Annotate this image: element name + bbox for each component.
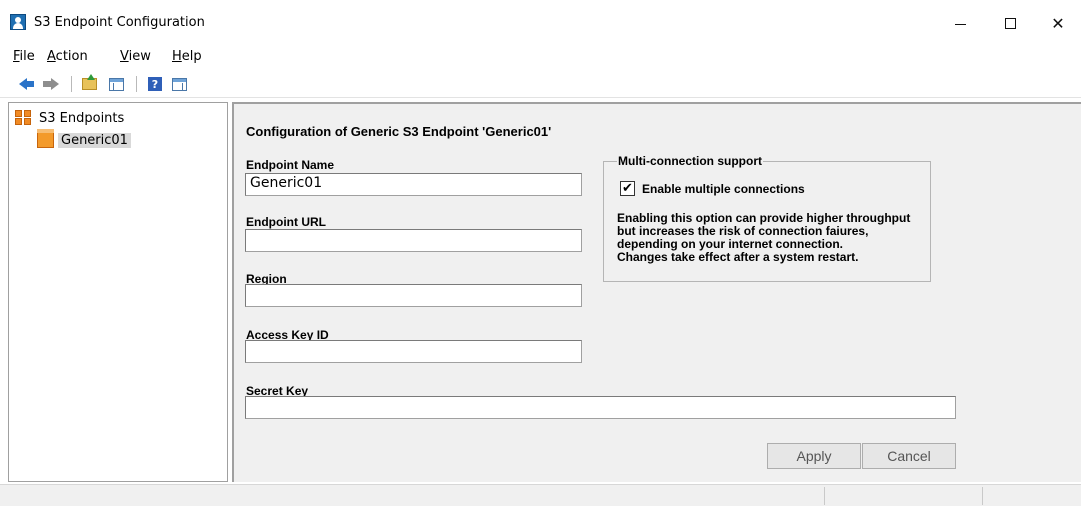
region-input[interactable] xyxy=(245,284,582,307)
endpoint-name-input[interactable]: Generic01 xyxy=(245,173,582,196)
menu-file[interactable]: File xyxy=(13,49,35,64)
window-title: S3 Endpoint Configuration xyxy=(34,15,205,30)
endpoint-name-label: Endpoint Name xyxy=(246,158,335,172)
tree-item-generic01[interactable]: Generic01 xyxy=(37,129,131,149)
show-hide-tree-icon xyxy=(108,77,124,91)
menu-file-label: ile xyxy=(19,49,35,64)
toolbar-separator xyxy=(136,76,137,92)
cancel-button[interactable]: Cancel xyxy=(862,443,956,469)
maximize-icon xyxy=(1004,17,1016,29)
menu-action-label: ction xyxy=(55,49,88,64)
menu-view-label: iew xyxy=(128,49,151,64)
minimize-icon xyxy=(954,23,966,25)
action-pane-icon xyxy=(171,77,187,91)
enable-multiple-connections-label[interactable]: Enable multiple connections xyxy=(642,182,805,196)
menu-view[interactable]: View xyxy=(120,49,151,64)
tree-item-label: S3 Endpoints xyxy=(39,110,125,126)
toolbar: ? xyxy=(0,70,1081,98)
config-pane: Configuration of Generic S3 Endpoint 'Ge… xyxy=(232,102,1081,482)
endpoint-url-label: Endpoint URL xyxy=(246,215,326,229)
back-button[interactable] xyxy=(14,76,34,92)
up-folder-icon xyxy=(81,74,97,90)
access-key-id-input[interactable] xyxy=(245,340,582,363)
endpoints-cluster-icon xyxy=(15,110,33,126)
help-button[interactable]: ? xyxy=(146,76,164,92)
menu-action[interactable]: Action xyxy=(47,49,88,64)
status-separator xyxy=(824,487,825,505)
up-one-level-button[interactable] xyxy=(80,74,98,92)
user-app-icon xyxy=(10,14,26,30)
multi-connection-legend: Multi-connection support xyxy=(617,154,763,168)
maximize-button[interactable] xyxy=(987,0,1033,46)
close-button[interactable]: ✕ xyxy=(1035,0,1081,46)
action-pane-button[interactable] xyxy=(170,76,188,92)
help-icon: ? xyxy=(148,77,162,91)
menu-action-accelerator: A xyxy=(47,49,56,64)
forward-button[interactable] xyxy=(42,76,60,92)
forward-arrow-icon xyxy=(43,78,59,90)
endpoint-cube-icon xyxy=(37,129,54,148)
secret-key-input[interactable] xyxy=(245,396,956,419)
status-separator xyxy=(982,487,983,505)
app-window: S3 Endpoint Configuration ✕ File Action … xyxy=(0,0,1081,506)
menu-help[interactable]: Help xyxy=(172,49,202,64)
menu-view-accelerator: V xyxy=(120,49,129,64)
info-line: Changes take effect after a system resta… xyxy=(617,250,859,264)
menu-bar: File Action View Help xyxy=(0,46,1081,68)
toolbar-separator xyxy=(71,76,72,92)
multi-connection-info: Enabling this option can provide higher … xyxy=(617,212,927,264)
tree-pane: S3 Endpoints Generic01 xyxy=(8,102,228,482)
close-icon: ✕ xyxy=(1051,13,1065,33)
checkmark-icon: ✔ xyxy=(622,181,633,196)
tree-item-label: Generic01 xyxy=(58,132,131,148)
page-title: Configuration of Generic S3 Endpoint 'Ge… xyxy=(246,124,552,139)
menu-help-label: elp xyxy=(181,49,202,64)
tree-item-s3-endpoints[interactable]: S3 Endpoints xyxy=(15,109,124,127)
endpoint-url-input[interactable] xyxy=(245,229,582,252)
status-bar xyxy=(0,484,1081,506)
menu-help-accelerator: H xyxy=(172,49,182,64)
apply-button[interactable]: Apply xyxy=(767,443,861,469)
title-bar: S3 Endpoint Configuration ✕ xyxy=(0,0,1081,46)
enable-multiple-connections-checkbox[interactable]: ✔ xyxy=(620,181,635,196)
minimize-button[interactable] xyxy=(937,0,983,46)
back-arrow-icon xyxy=(19,78,34,90)
show-hide-tree-button[interactable] xyxy=(107,76,125,92)
